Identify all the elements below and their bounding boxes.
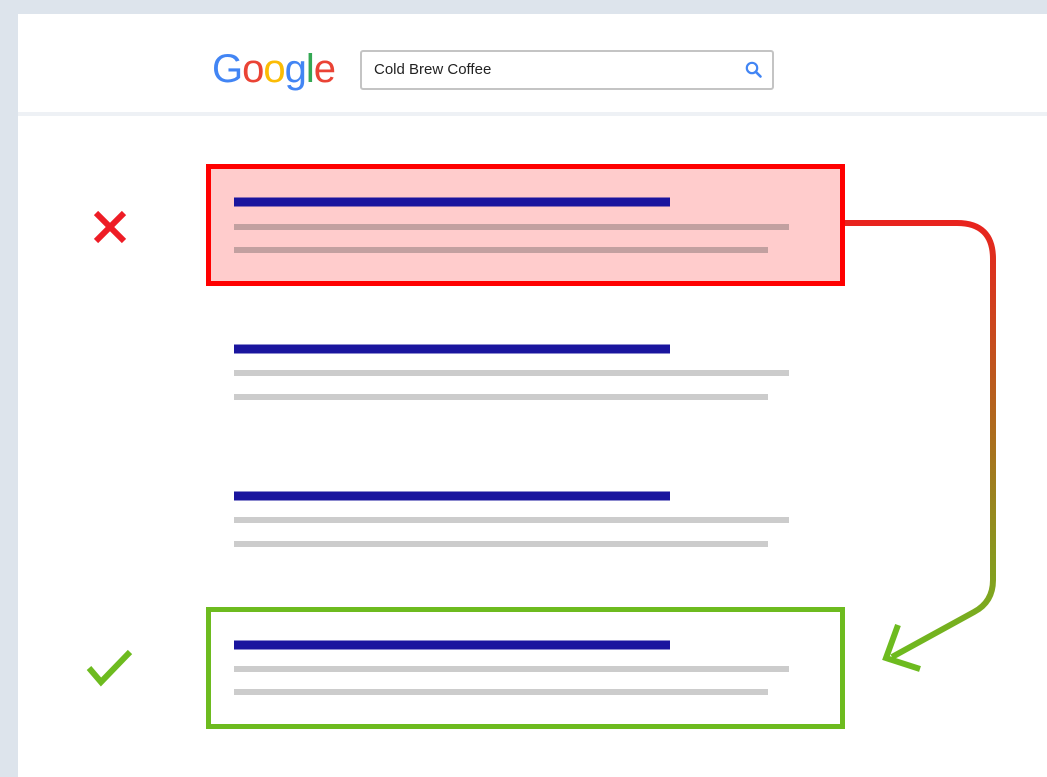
result-1[interactable] (206, 164, 845, 286)
check-icon (86, 649, 133, 687)
result-3[interactable] (234, 491, 789, 547)
result-2[interactable] (234, 344, 789, 400)
curved-arrow-icon (845, 220, 996, 672)
result-4[interactable] (206, 607, 845, 729)
cross-icon (93, 210, 127, 244)
ranking-diagram (86, 164, 996, 729)
